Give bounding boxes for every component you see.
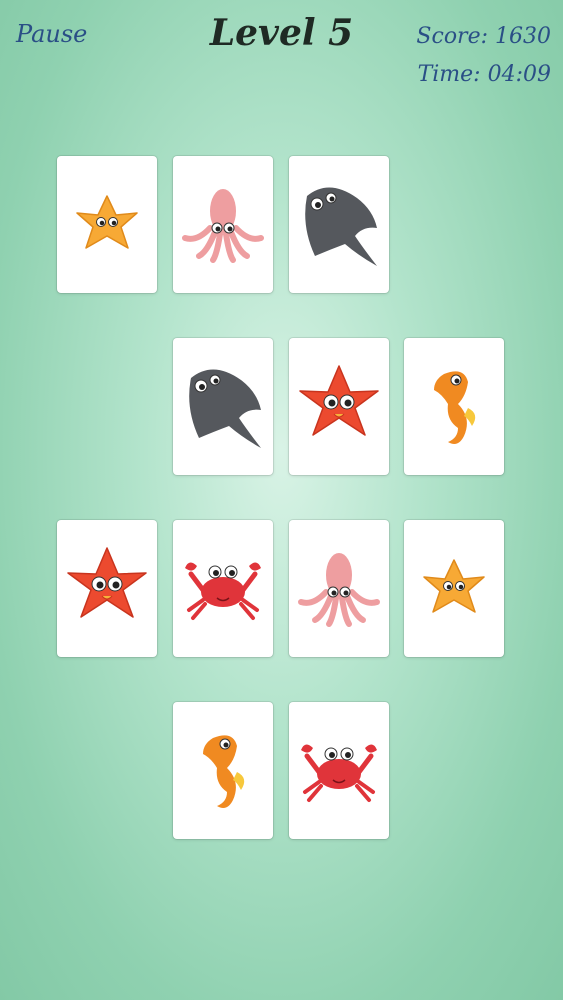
- orange-seahorse-icon: [434, 371, 476, 444]
- orange-starfish-icon: [423, 559, 485, 613]
- memory-card-orange-seahorse[interactable]: [173, 702, 273, 839]
- memory-card-red-starfish[interactable]: [57, 520, 157, 657]
- gray-stingray-icon: [305, 187, 377, 266]
- red-starfish-icon: [299, 365, 379, 436]
- gray-stingray-icon: [189, 369, 261, 448]
- memory-card-red-crab[interactable]: [173, 520, 273, 657]
- pink-squid-icon: [298, 553, 380, 627]
- memory-card-pink-squid[interactable]: [289, 520, 389, 657]
- memory-card-orange-starfish[interactable]: [57, 156, 157, 293]
- red-starfish-icon: [67, 547, 147, 618]
- memory-card-gray-stingray[interactable]: [289, 156, 389, 293]
- red-crab-icon: [185, 562, 261, 620]
- memory-card-orange-seahorse[interactable]: [404, 338, 504, 475]
- memory-card-red-starfish[interactable]: [289, 338, 389, 475]
- memory-card-red-crab[interactable]: [289, 702, 389, 839]
- memory-card-pink-squid[interactable]: [173, 156, 273, 293]
- timer-display: Time: 04:09: [417, 62, 551, 87]
- memory-card-gray-stingray[interactable]: [173, 338, 273, 475]
- memory-card-orange-starfish[interactable]: [404, 520, 504, 657]
- orange-starfish-icon: [76, 195, 138, 249]
- score-display: Score: 1630: [416, 24, 551, 49]
- orange-seahorse-icon: [203, 735, 245, 808]
- red-crab-icon: [301, 744, 377, 802]
- pink-squid-icon: [182, 189, 264, 263]
